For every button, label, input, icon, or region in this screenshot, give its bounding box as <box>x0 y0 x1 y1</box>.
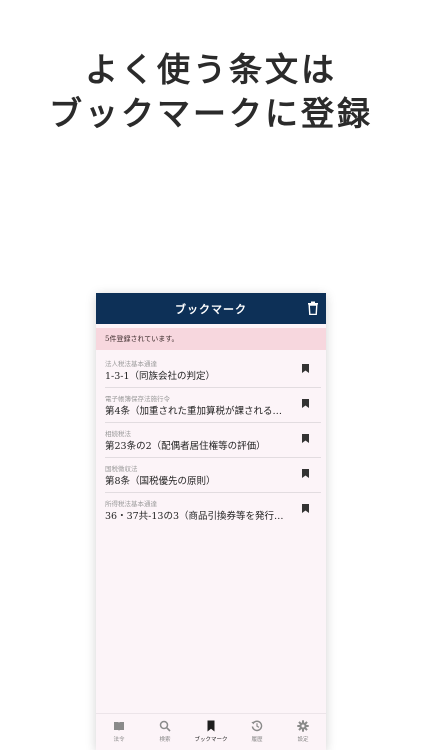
bookmark-title: 第4条（加重された重加算税が課される… <box>105 406 283 417</box>
bookmark-icon[interactable] <box>302 399 309 408</box>
search-icon <box>159 720 171 732</box>
bookmark-icon[interactable] <box>302 434 309 443</box>
tab-label: 検索 <box>159 737 171 743</box>
bookmark-count-notice: 5件登録されています。 <box>96 328 326 350</box>
tab-settings[interactable]: 設定 <box>280 714 326 750</box>
headline: よく使う条文は ブックマークに登録 <box>0 48 422 136</box>
app-bar-title: ブックマーク <box>175 302 247 316</box>
history-icon <box>251 720 263 732</box>
tab-label: 設定 <box>297 737 309 743</box>
tab-bookmarks[interactable]: ブックマーク <box>188 714 234 750</box>
bookmark-item[interactable]: 国税徴収法 第8条（国税優先の原則） <box>105 458 321 493</box>
bookmark-title: 1-3-1（同族会社の判定） <box>105 371 216 382</box>
bookmark-item[interactable]: 所得税法基本通達 36・37共-13の3（商品引換券等を発行… <box>105 493 321 527</box>
trash-icon[interactable] <box>307 301 319 315</box>
bookmark-title: 第23条の2（配偶者居住権等の評価） <box>105 441 266 452</box>
bookmark-icon[interactable] <box>302 469 309 478</box>
book-icon <box>114 722 124 731</box>
tab-label: 法令 <box>113 737 125 743</box>
bookmark-list: 法人税法基本通達 1-3-1（同族会社の判定） 電子帳簿保存法施行令 第4条（加… <box>96 353 326 527</box>
bookmark-category: 法人税法基本通達 <box>105 360 157 368</box>
bookmark-category: 電子帳簿保存法施行令 <box>105 395 170 403</box>
tab-search[interactable]: 検索 <box>142 714 188 750</box>
bookmark-title: 36・37共-13の3（商品引換券等を発行… <box>105 511 284 522</box>
bookmark-title: 第8条（国税優先の原則） <box>105 476 216 487</box>
tab-laws[interactable]: 法令 <box>96 714 142 750</box>
gear-icon <box>297 720 309 732</box>
tab-history[interactable]: 履歴 <box>234 714 280 750</box>
bookmark-category: 所得税法基本通達 <box>105 500 157 508</box>
bookmark-icon[interactable] <box>302 364 309 373</box>
tab-label: ブックマーク <box>194 737 228 743</box>
headline-line-2: ブックマークに登録 <box>49 94 373 133</box>
app-bar: ブックマーク <box>96 293 326 324</box>
tab-label: 履歴 <box>251 737 263 743</box>
bookmark-icon <box>207 720 215 732</box>
headline-line-1: よく使う条文は <box>85 50 337 89</box>
bookmark-category: 国税徴収法 <box>105 465 138 473</box>
bookmark-category: 相続税法 <box>105 430 131 438</box>
bookmark-item[interactable]: 法人税法基本通達 1-3-1（同族会社の判定） <box>105 353 321 388</box>
tab-bar: 法令 検索 ブックマーク 履歴 設定 <box>96 713 326 750</box>
bookmark-icon[interactable] <box>302 504 309 513</box>
bookmark-item[interactable]: 相続税法 第23条の2（配偶者居住権等の評価） <box>105 423 321 458</box>
bookmark-item[interactable]: 電子帳簿保存法施行令 第4条（加重された重加算税が課される… <box>105 388 321 423</box>
phone-screen: ブックマーク 5件登録されています。 法人税法基本通達 1-3-1（同族会社の判… <box>96 293 326 750</box>
